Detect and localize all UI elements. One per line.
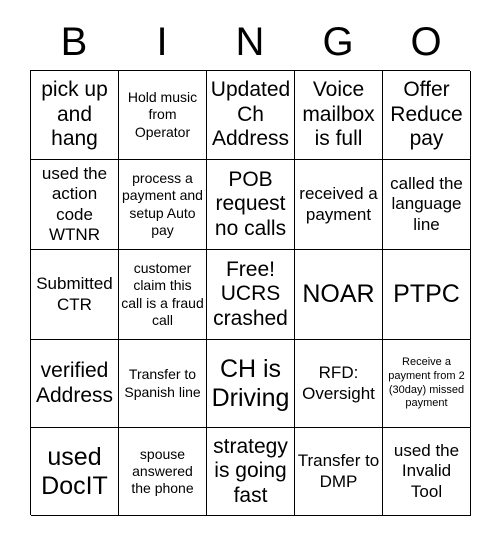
bingo-cell-r4c2[interactable]: Transfer to Spanish line (119, 340, 207, 428)
bingo-cell-r3c3-free[interactable]: Free! UCRS crashed (207, 250, 295, 340)
header-letter-i: I (156, 20, 168, 64)
bingo-cell-text: RFD: Oversight (302, 363, 375, 403)
bingo-cell-text: pick up and hang (41, 78, 108, 151)
bingo-cell-r1c5[interactable]: Offer Reduce pay (383, 71, 471, 160)
bingo-cell-text: customer claim this call is a fraud call (121, 260, 204, 328)
bingo-cell-r5c4[interactable]: Transfer to DMP (295, 428, 383, 516)
bingo-cell-text: NOAR (302, 280, 375, 308)
bingo-cell-text: Voice mailbox is full (302, 78, 375, 151)
bingo-cell-text: Updated Ch Address (210, 78, 291, 151)
bingo-cell-text: used DocIT (41, 442, 108, 500)
bingo-cell-text: process a payment and setup Auto pay (122, 170, 203, 238)
header-letter-g: G (322, 20, 354, 64)
header-letter-n: N (235, 20, 265, 64)
bingo-cell-text: Hold music from Operator (127, 89, 198, 140)
bingo-grid: pick up and hang Hold music from Operato… (30, 70, 471, 516)
bingo-cell-r5c5[interactable]: used the Invalid Tool (383, 428, 471, 516)
bingo-cell-text: used the Invalid Tool (393, 440, 460, 501)
bingo-cell-text: Transfer to DMP (297, 451, 380, 491)
bingo-cell-r2c1[interactable]: used the action code WTNR (31, 160, 119, 250)
bingo-cell-r2c5[interactable]: called the language line (383, 160, 471, 250)
bingo-cell-r5c2[interactable]: spouse answered the phone (119, 428, 207, 516)
bingo-cell-r3c2[interactable]: customer claim this call is a fraud call (119, 250, 207, 340)
bingo-cell-text: used the action code WTNR (41, 163, 108, 244)
bingo-cell-r3c5[interactable]: PTPC (383, 250, 471, 340)
bingo-cell-text: CH is Driving (211, 354, 290, 412)
bingo-cell-text: received a payment (299, 184, 378, 224)
bingo-cell-r3c1[interactable]: Submitted CTR (31, 250, 119, 340)
bingo-cell-text: POB request no calls (214, 167, 287, 240)
bingo-cell-text: called the language line (390, 173, 463, 234)
bingo-cell-r5c1[interactable]: used DocIT (31, 428, 119, 516)
bingo-cell-r1c4[interactable]: Voice mailbox is full (295, 71, 383, 160)
header-letter-o: O (410, 20, 442, 64)
bingo-cell-text: Receive a payment from 2 (30day) missed … (388, 355, 465, 410)
bingo-cell-r3c4[interactable]: NOAR (295, 250, 383, 340)
bingo-cell-text: Free! UCRS crashed (213, 257, 288, 330)
bingo-cell-r5c3[interactable]: strategy is going fast (207, 428, 295, 516)
bingo-cell-r2c3[interactable]: POB request no calls (207, 160, 295, 250)
bingo-cell-r1c1[interactable]: pick up and hang (31, 71, 119, 160)
header-letter-b: B (60, 20, 88, 64)
bingo-cell-text: spouse answered the phone (131, 445, 194, 497)
bingo-cell-r4c5[interactable]: Receive a payment from 2 (30day) missed … (383, 340, 471, 428)
bingo-card: B I N G O pick up and hang Hold music fr… (0, 0, 500, 544)
bingo-cell-r4c3[interactable]: CH is Driving (207, 340, 295, 428)
bingo-cell-r1c2[interactable]: Hold music from Operator (119, 71, 207, 160)
bingo-cell-text: Transfer to Spanish line (124, 366, 201, 400)
bingo-cell-r4c4[interactable]: RFD: Oversight (295, 340, 383, 428)
bingo-cell-r1c3[interactable]: Updated Ch Address (207, 71, 295, 160)
bingo-cell-text: strategy is going fast (213, 434, 288, 507)
bingo-cell-r4c1[interactable]: verified Address (31, 340, 119, 428)
bingo-cell-text: verified Address (35, 358, 114, 407)
bingo-cell-r2c4[interactable]: received a payment (295, 160, 383, 250)
bingo-header: B I N G O (30, 14, 470, 70)
bingo-cell-text: Offer Reduce pay (390, 78, 463, 151)
bingo-cell-text: PTPC (393, 280, 460, 308)
bingo-cell-text: Submitted CTR (36, 274, 113, 314)
bingo-cell-r2c2[interactable]: process a payment and setup Auto pay (119, 160, 207, 250)
